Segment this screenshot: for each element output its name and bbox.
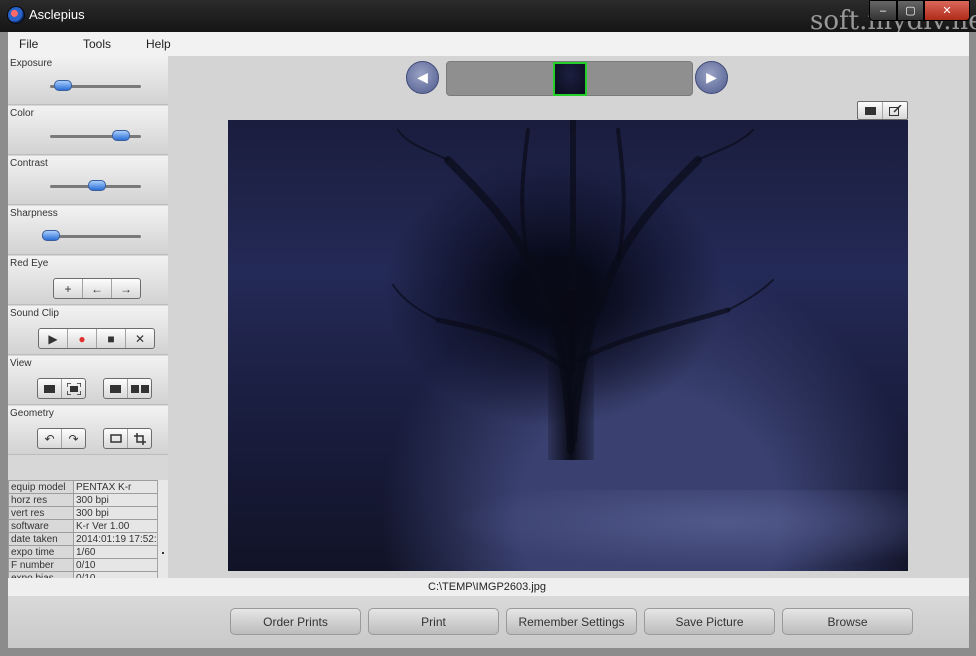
- exif-key: equip model: [8, 480, 74, 494]
- menu-tools[interactable]: Tools: [83, 37, 111, 51]
- menu-bar: File Tools Help: [8, 32, 969, 56]
- red-eye-section: Red Eye + ← →: [8, 256, 168, 305]
- crop-button[interactable]: [128, 429, 151, 448]
- tree-trunk: [548, 290, 594, 460]
- maximize-button[interactable]: ▢: [897, 0, 924, 21]
- exif-row: F number 0/10: [8, 558, 159, 572]
- sidebar: Exposure Color Contrast Sharpness Red Ey…: [8, 56, 168, 578]
- color-label: Color: [10, 108, 34, 119]
- photo-preview[interactable]: [228, 120, 908, 571]
- sharpness-section: Sharpness: [8, 206, 168, 255]
- status-bar: C:\TEMP\IMGP2603.jpg: [8, 578, 969, 596]
- crop-icon: [133, 432, 146, 445]
- exif-row: vert res 300 bpi: [8, 506, 159, 520]
- view-section: View: [8, 356, 168, 405]
- sound-clip-label: Sound Clip: [10, 308, 59, 319]
- color-slider-thumb[interactable]: [111, 130, 130, 141]
- sharpness-slider-thumb[interactable]: [42, 230, 60, 241]
- exposure-slider-thumb[interactable]: [53, 80, 72, 91]
- display-mode-icon: [864, 106, 876, 115]
- red-eye-add-button[interactable]: +: [54, 279, 83, 298]
- client-area: File Tools Help Exposure Color Contrast: [8, 32, 969, 648]
- stop-button[interactable]: ■: [97, 329, 126, 348]
- exif-key: software: [8, 519, 74, 533]
- app-icon: [7, 6, 25, 24]
- current-filename: C:\TEMP\IMGP2603.jpg: [428, 581, 546, 593]
- record-button[interactable]: ●: [68, 329, 97, 348]
- frame-button[interactable]: [104, 429, 128, 448]
- exif-row: expo time 1/60: [8, 545, 159, 559]
- red-eye-next-button[interactable]: →: [112, 279, 140, 298]
- display-toggle-group: [857, 101, 908, 120]
- edit-icon: [888, 105, 902, 116]
- order-prints-button[interactable]: Order Prints: [230, 608, 361, 635]
- bottom-toolbar: Order Prints Print Remember Settings Sav…: [8, 596, 969, 648]
- contrast-section: Contrast: [8, 156, 168, 205]
- exif-value: K-r Ver 1.00: [73, 519, 159, 533]
- exif-value: 300 bpi: [73, 506, 159, 520]
- exposure-label: Exposure: [10, 58, 53, 69]
- exif-value: 0/10: [73, 558, 159, 572]
- exif-row: horz res 300 bpi: [8, 493, 159, 507]
- exif-key: expo time: [8, 545, 74, 559]
- frame-icon: [109, 434, 122, 443]
- window-title: Asclepius: [29, 7, 85, 22]
- exif-scrollbar[interactable]: [157, 480, 168, 578]
- fit-to-screen-icon: [66, 382, 81, 395]
- thumbnail-strip[interactable]: [446, 61, 693, 96]
- sound-clip-section: Sound Clip ▶ ● ■ ✕: [8, 306, 168, 355]
- app-window: Asclepius soft.mydiv.net – ▢ ✕ File Tool…: [0, 0, 976, 656]
- geometry-section: Geometry ↶ ↷: [8, 406, 168, 455]
- menu-file[interactable]: File: [19, 37, 38, 51]
- next-image-button[interactable]: ▶: [695, 61, 728, 94]
- display-mode-button[interactable]: [858, 102, 883, 119]
- save-picture-button[interactable]: Save Picture: [644, 608, 775, 635]
- contrast-label: Contrast: [10, 158, 48, 169]
- single-view-icon: [44, 384, 55, 393]
- title-bar: Asclepius soft.mydiv.net – ▢ ✕: [0, 0, 976, 36]
- exif-key: vert res: [8, 506, 74, 520]
- exif-row: equip model PENTAX K-r: [8, 480, 159, 494]
- sharpness-label: Sharpness: [10, 208, 58, 219]
- contrast-slider-thumb[interactable]: [87, 180, 106, 191]
- view-label: View: [10, 358, 32, 369]
- exif-row: date taken 2014:01:19 17:52:1: [8, 532, 159, 546]
- browse-button[interactable]: Browse: [782, 608, 913, 635]
- minimize-button[interactable]: –: [869, 0, 897, 21]
- remember-settings-button[interactable]: Remember Settings: [506, 608, 637, 635]
- delete-clip-button[interactable]: ✕: [126, 329, 154, 348]
- single-view-button[interactable]: [38, 379, 62, 398]
- close-button[interactable]: ✕: [924, 0, 970, 21]
- menu-help[interactable]: Help: [146, 37, 171, 51]
- play-button[interactable]: ▶: [39, 329, 68, 348]
- exif-value: 2014:01:19 17:52:1: [73, 532, 159, 546]
- exif-key: date taken: [8, 532, 74, 546]
- prev-image-button[interactable]: ◀: [406, 61, 439, 94]
- one-pane-button[interactable]: [104, 379, 128, 398]
- one-pane-icon: [110, 384, 121, 393]
- two-pane-icon: [130, 384, 149, 393]
- print-button[interactable]: Print: [368, 608, 499, 635]
- exif-value: PENTAX K-r: [73, 480, 159, 494]
- fit-view-button[interactable]: [62, 379, 85, 398]
- thumbnail-selected[interactable]: [553, 62, 587, 96]
- two-pane-button[interactable]: [128, 379, 151, 398]
- exif-row: software K-r Ver 1.00: [8, 519, 159, 533]
- rotate-right-button[interactable]: ↷: [62, 429, 85, 448]
- red-eye-prev-button[interactable]: ←: [83, 279, 112, 298]
- rotate-left-button[interactable]: ↶: [38, 429, 62, 448]
- exif-table: equip model PENTAX K-r horz res 300 bpi vert…: [8, 480, 168, 578]
- geometry-label: Geometry: [10, 408, 54, 419]
- exif-value: 1/60: [73, 545, 159, 559]
- exif-value: 300 bpi: [73, 493, 159, 507]
- snow-patch: [448, 490, 908, 570]
- main-view: ◀ ▶: [168, 56, 969, 578]
- exposure-section: Exposure: [8, 56, 168, 105]
- exif-key: F number: [8, 558, 74, 572]
- color-section: Color: [8, 106, 168, 155]
- exif-key: horz res: [8, 493, 74, 507]
- edit-button[interactable]: [883, 102, 907, 119]
- red-eye-label: Red Eye: [10, 258, 49, 269]
